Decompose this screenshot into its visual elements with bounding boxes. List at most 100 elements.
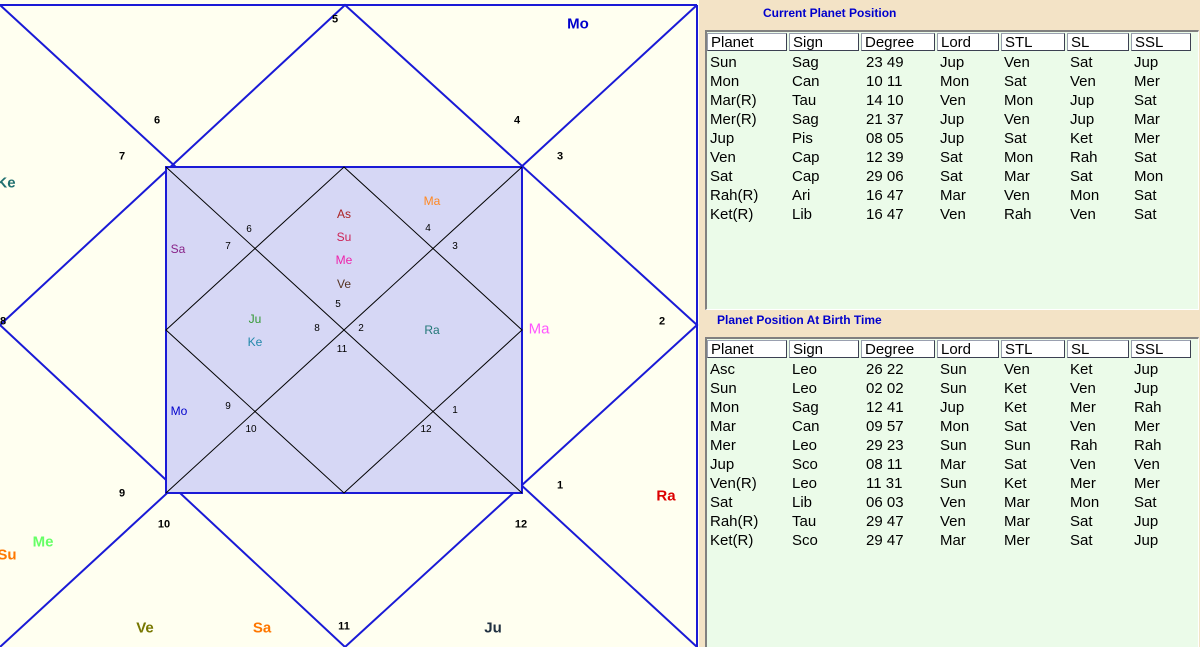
cell-degree: 16 47	[866, 206, 904, 223]
cell-stl: Ven	[1004, 361, 1030, 378]
outer-planet-sun: Su	[0, 546, 17, 564]
inner-house-number: 2	[358, 323, 364, 334]
inner-planet-ketu: Ke	[247, 335, 263, 349]
cell-sl: Mer	[1070, 399, 1096, 416]
column-header-lord[interactable]: Lord	[937, 340, 999, 358]
birth-positions-table[interactable]: Planet Sign Degree Lord STL SL SSL Asc Le…	[705, 337, 1199, 647]
cell-lord: Mon	[940, 73, 970, 90]
cell-degree: 16 47	[866, 187, 904, 204]
cell-sl: Mon	[1070, 187, 1100, 204]
inner-house-number: 6	[246, 224, 252, 235]
column-header-sign[interactable]: Sign	[789, 33, 859, 51]
cell-sl: Rah	[1070, 149, 1098, 166]
cell-lord: Ven	[940, 513, 966, 530]
cell-degree: 29 06	[866, 168, 904, 185]
column-header-sl[interactable]: SL	[1067, 340, 1129, 358]
cell-planet: Sun	[710, 380, 737, 397]
outer-house-number: 4	[513, 114, 521, 127]
cell-lord: Sun	[940, 437, 967, 454]
cell-degree: 09 57	[866, 418, 904, 435]
column-header-degree[interactable]: Degree	[861, 340, 935, 358]
chart-lines	[0, 3, 699, 647]
column-header-sign[interactable]: Sign	[789, 340, 859, 358]
cell-sl: Ven	[1070, 418, 1096, 435]
cell-lord: Sun	[940, 361, 967, 378]
outer-planet-saturn: Sa	[252, 619, 272, 637]
cell-sign: Sag	[792, 399, 819, 416]
inner-planet-rahu: Ra	[424, 323, 440, 337]
cell-degree: 14 10	[866, 92, 904, 109]
cell-ssl: Mer	[1134, 130, 1160, 147]
outer-planet-jupiter: Ju	[484, 619, 502, 637]
cell-sign: Tau	[792, 513, 817, 530]
cell-stl: Mar	[1004, 513, 1030, 530]
cell-lord: Ven	[940, 494, 966, 511]
cell-lord: Mar	[940, 532, 966, 549]
cell-ssl: Sat	[1134, 494, 1157, 511]
outer-planet-rahu: Ra	[656, 487, 676, 505]
cell-lord: Ven	[940, 92, 966, 109]
outer-planet-ketu: Ke	[0, 174, 16, 192]
cell-planet: Mar	[710, 418, 736, 435]
cell-degree: 10 11	[866, 73, 903, 90]
cell-planet: Mon	[710, 73, 740, 90]
inner-house-number: 5	[335, 299, 341, 310]
inner-house-number: 9	[225, 401, 231, 412]
outer-house-number: 11	[338, 620, 350, 633]
inner-house-number: 4	[425, 223, 431, 234]
cell-stl: Mar	[1004, 168, 1030, 185]
cell-planet: Rah(R)	[710, 513, 759, 530]
cell-sign: Cap	[792, 149, 820, 166]
outer-house-number: 3	[556, 150, 564, 163]
column-header-ssl[interactable]: SSL	[1131, 340, 1191, 358]
cell-stl: Ven	[1004, 111, 1030, 128]
cell-ssl: Jup	[1134, 54, 1159, 71]
cell-stl: Mar	[1004, 494, 1030, 511]
column-header-planet[interactable]: Planet	[707, 33, 787, 51]
cell-sl: Jup	[1070, 111, 1095, 128]
column-header-degree[interactable]: Degree	[861, 33, 935, 51]
cell-ssl: Mar	[1134, 111, 1160, 128]
outer-house-number: 2	[658, 315, 666, 328]
cell-sl: Rah	[1070, 437, 1098, 454]
cell-sign: Tau	[792, 92, 817, 109]
cell-lord: Mon	[940, 418, 970, 435]
cell-ssl: Rah	[1134, 437, 1162, 454]
cell-sign: Leo	[792, 437, 818, 454]
cell-sl: Ket	[1070, 361, 1093, 378]
column-header-stl[interactable]: STL	[1001, 33, 1065, 51]
cell-stl: Rah	[1004, 206, 1032, 223]
cell-sign: Lib	[792, 494, 813, 511]
inner-house-number: 3	[452, 241, 458, 252]
column-header-lord[interactable]: Lord	[937, 33, 999, 51]
cell-sign: Lib	[792, 206, 813, 223]
cell-ssl: Sat	[1134, 206, 1157, 223]
cell-sign: Ari	[792, 187, 811, 204]
cell-stl: Sat	[1004, 418, 1027, 435]
cell-lord: Sat	[940, 149, 963, 166]
cell-stl: Sat	[1004, 73, 1027, 90]
cell-degree: 29 47	[866, 513, 904, 530]
column-header-ssl[interactable]: SSL	[1131, 33, 1191, 51]
cell-sign: Leo	[792, 380, 818, 397]
cell-planet: Jup	[710, 456, 735, 473]
cell-sign: Cap	[792, 168, 820, 185]
cell-lord: Sun	[940, 380, 967, 397]
column-header-sl[interactable]: SL	[1067, 33, 1129, 51]
cell-ssl: Jup	[1134, 513, 1159, 530]
cell-lord: Ven	[940, 206, 966, 223]
cell-stl: Sat	[1004, 456, 1027, 473]
cell-ssl: Mon	[1134, 168, 1164, 185]
cell-sl: Sat	[1070, 513, 1093, 530]
cell-degree: 29 23	[866, 437, 904, 454]
inner-planet-mercury: Me	[335, 253, 353, 267]
cell-lord: Mar	[940, 456, 966, 473]
current-positions-table[interactable]: Planet Sign Degree Lord STL SL SSL Sun Sa…	[705, 30, 1199, 310]
cell-planet: Ket(R)	[710, 206, 754, 223]
outer-house-number: 1	[556, 479, 564, 492]
inner-house-number: 10	[245, 424, 257, 435]
column-header-stl[interactable]: STL	[1001, 340, 1065, 358]
cell-sl: Ven	[1070, 206, 1096, 223]
outer-planet-moon: Mo	[567, 15, 589, 33]
column-header-planet[interactable]: Planet	[707, 340, 787, 358]
